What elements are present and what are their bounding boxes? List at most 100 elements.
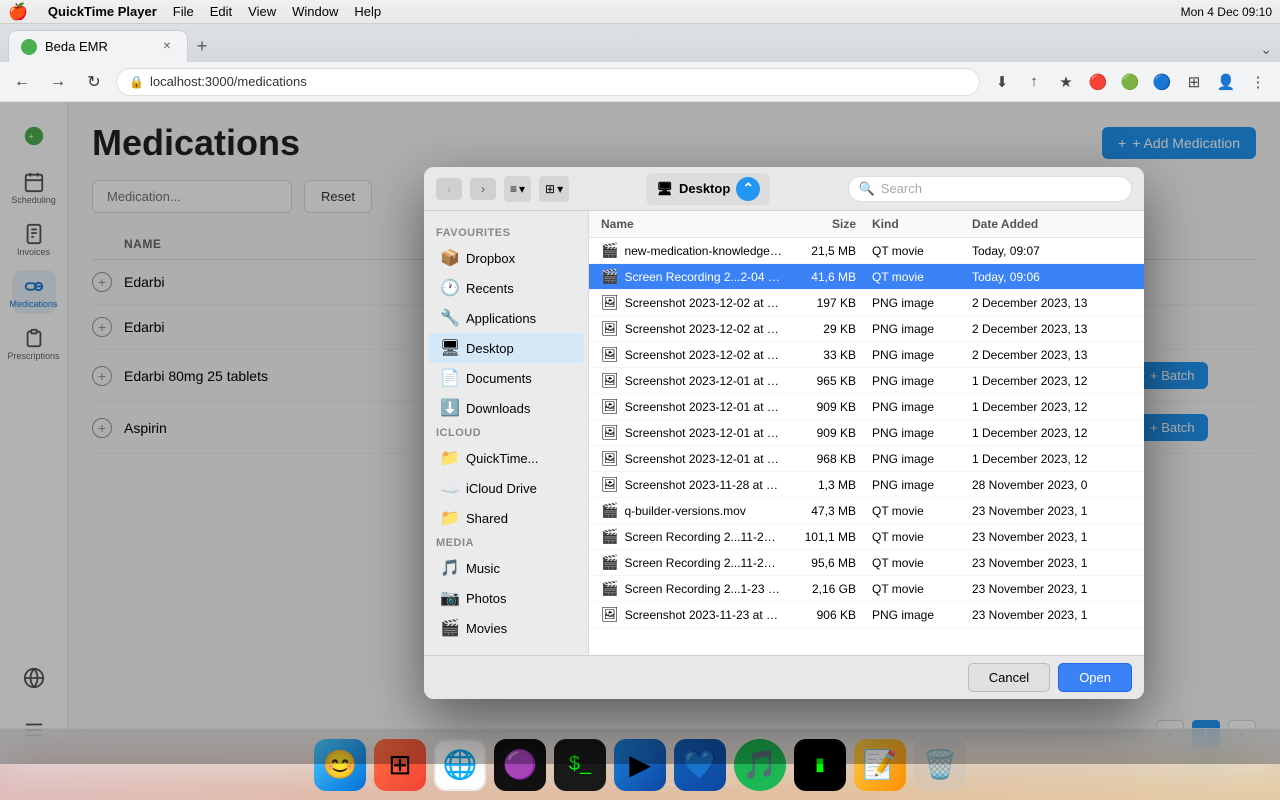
tab-expand-button[interactable]: ⌄ — [1260, 41, 1272, 58]
fp-sidebar-item-movies[interactable]: 🎬 Movies — [428, 613, 584, 643]
fp-file-kind: QT movie — [872, 270, 972, 284]
active-tab[interactable]: Beda EMR ✕ — [8, 30, 188, 62]
fp-file-kind: PNG image — [872, 426, 972, 440]
tab-close-button[interactable]: ✕ — [159, 39, 175, 55]
forward-button[interactable]: → — [44, 68, 72, 96]
fp-list-icon: ≡ — [510, 182, 517, 196]
fp-file-kind: PNG image — [872, 478, 972, 492]
fp-file-name: Screenshot 2023-12-01 at 12.24.26 — [625, 452, 782, 466]
fp-sidebar-item-photos[interactable]: 📷 Photos — [428, 583, 584, 613]
fp-photos-label: Photos — [466, 591, 506, 606]
fp-sidebar-item-shared[interactable]: 📁 Shared — [428, 503, 584, 533]
fp-file-row[interactable]: 🎬 new-medication-knowledge.mov 21,5 MB Q… — [589, 238, 1144, 264]
desktop-icon: 🖥 — [440, 338, 458, 358]
fp-back-button[interactable]: ‹ — [436, 178, 462, 200]
fp-file-date: Today, 09:07 — [972, 244, 1132, 258]
fp-favourites-title: Favourites — [424, 223, 588, 243]
fp-file-size: 965 KB — [782, 374, 872, 388]
share-icon[interactable]: ↑ — [1020, 68, 1048, 96]
fp-sidebar-item-desktop[interactable]: 🖥 Desktop — [428, 333, 584, 363]
documents-icon: 📄 — [440, 368, 458, 388]
file-icon: 🎬 — [601, 580, 618, 597]
fp-file-row[interactable]: 🎬 Screen Recording 2...2-04 at 09.05.23.… — [589, 264, 1144, 290]
fp-file-row[interactable]: 🖼 Screenshot 2023-12-01 at 12.25.19 965 … — [589, 368, 1144, 394]
new-tab-button[interactable]: + — [188, 32, 216, 60]
fp-file-name: Screenshot 2023-12-02 at 13.18.11 — [625, 296, 782, 310]
icloud-drive-icon: ☁️ — [440, 478, 458, 498]
fp-file-kind: QT movie — [872, 504, 972, 518]
bookmark-icon[interactable]: ★ — [1052, 68, 1080, 96]
ext1-icon[interactable]: 🔴 — [1084, 68, 1112, 96]
fp-file-row[interactable]: 🎬 q-builder-versions.mov 47,3 MB QT movi… — [589, 498, 1144, 524]
fp-sidebar-item-quicktime[interactable]: 📁 QuickTime... — [428, 443, 584, 473]
fp-file-row[interactable]: 🖼 Screenshot 2023-12-02 at 13.07.21 33 K… — [589, 342, 1144, 368]
fp-sidebar-item-applications[interactable]: 🔧 Applications — [428, 303, 584, 333]
fp-location-chevron-icon[interactable]: ⌃ — [736, 177, 760, 201]
fp-file-name: Screenshot 2023-12-02 at 13.09.54 — [625, 322, 782, 336]
file-icon: 🖼 — [601, 346, 619, 363]
fp-file-row[interactable]: 🖼 Screenshot 2023-12-01 at 12.25.10 909 … — [589, 420, 1144, 446]
app-layout: + Scheduling Invoices Medications Prescr… — [0, 102, 1280, 764]
fp-file-kind: PNG image — [872, 348, 972, 362]
fp-file-row[interactable]: 🎬 Screen Recording 2...11-23 at 17.28.21… — [589, 550, 1144, 576]
profile-icon[interactable]: 👤 — [1212, 68, 1240, 96]
fp-desktop-label: Desktop — [466, 341, 514, 356]
fp-file-size: 21,5 MB — [782, 244, 872, 258]
fp-cancel-button[interactable]: Cancel — [968, 663, 1050, 692]
menu-edit[interactable]: Edit — [210, 4, 232, 19]
fp-file-row[interactable]: 🖼 Screenshot 2023-11-28 at 09.02.01 1,3 … — [589, 472, 1144, 498]
app-name[interactable]: QuickTime Player — [48, 4, 157, 19]
file-icon: 🖼 — [601, 372, 619, 389]
fp-file-name: Screen Recording 2...11-23 at 17.38.40.m… — [624, 530, 782, 544]
fp-file-row[interactable]: 🖼 Screenshot 2023-12-02 at 13.18.11 197 … — [589, 290, 1144, 316]
ext3-icon[interactable]: 🔵 — [1148, 68, 1176, 96]
menu-dots-icon[interactable]: ⋮ — [1244, 68, 1272, 96]
fp-sidebar-item-icloud-drive[interactable]: ☁️ iCloud Drive — [428, 473, 584, 503]
fp-grid-icon: ⊞ — [545, 182, 555, 196]
file-icon: 🎬 — [601, 242, 618, 259]
extensions-icon[interactable]: ⊞ — [1180, 68, 1208, 96]
fp-file-row[interactable]: 🖼 Screenshot 2023-12-01 at 12.24.26 968 … — [589, 446, 1144, 472]
fp-file-row[interactable]: 🖼 Screenshot 2023-12-01 at 12.25.15 909 … — [589, 394, 1144, 420]
reload-button[interactable]: ↻ — [80, 68, 108, 96]
fp-file-kind: QT movie — [872, 556, 972, 570]
address-input[interactable]: 🔒 localhost:3000/medications — [116, 68, 980, 96]
fp-location-breadcrumb[interactable]: 🖥 Desktop ⌃ — [646, 173, 770, 205]
fp-file-row[interactable]: 🖼 Screenshot 2023-11-23 at 16.10.13 906 … — [589, 602, 1144, 628]
fp-file-name: Screenshot 2023-12-02 at 13.07.21 — [625, 348, 782, 362]
fp-forward-button[interactable]: › — [470, 178, 496, 200]
fp-list-view-button[interactable]: ≡ ▾ — [504, 176, 531, 202]
url-text: localhost:3000/medications — [150, 74, 307, 89]
fp-file-row[interactable]: 🎬 Screen Recording 2...1-23 at 16.52.20.… — [589, 576, 1144, 602]
fp-sidebar-item-dropbox[interactable]: 📦 Dropbox — [428, 243, 584, 273]
fp-search-input[interactable]: 🔍 Search — [848, 176, 1132, 202]
fp-movies-label: Movies — [466, 621, 507, 636]
fp-sidebar-item-downloads[interactable]: ⬇️ Downloads — [428, 393, 584, 423]
file-icon: 🖼 — [601, 450, 619, 467]
download-icon[interactable]: ⬇ — [988, 68, 1016, 96]
menu-help[interactable]: Help — [354, 4, 381, 19]
fp-file-size: 197 KB — [782, 296, 872, 310]
menu-file[interactable]: File — [173, 4, 194, 19]
fp-file-size: 101,1 MB — [782, 530, 872, 544]
fp-file-row[interactable]: 🎬 Screen Recording 2...11-23 at 17.38.40… — [589, 524, 1144, 550]
back-button[interactable]: ← — [8, 68, 36, 96]
fp-shared-label: Shared — [466, 511, 508, 526]
fp-sidebar-item-documents[interactable]: 📄 Documents — [428, 363, 584, 393]
ext2-icon[interactable]: 🟢 — [1116, 68, 1144, 96]
fp-sidebar-item-music[interactable]: 🎵 Music — [428, 553, 584, 583]
tab-title: Beda EMR — [45, 39, 108, 54]
file-icon: 🎬 — [601, 268, 618, 285]
fp-open-button[interactable]: Open — [1058, 663, 1132, 692]
fp-file-name: Screen Recording 2...11-23 at 17.28.21.m… — [624, 556, 782, 570]
file-icon: 🖼 — [601, 398, 619, 415]
fp-sidebar-item-recents[interactable]: 🕐 Recents — [428, 273, 584, 303]
menu-view[interactable]: View — [248, 4, 276, 19]
fp-grid-view-button[interactable]: ⊞ ▾ — [539, 176, 569, 202]
fp-location-icon: 🖥 — [656, 181, 673, 197]
fp-sidebar: Favourites 📦 Dropbox 🕐 Recents 🔧 Applica… — [424, 211, 589, 655]
fp-file-date: 23 November 2023, 1 — [972, 608, 1132, 622]
menu-window[interactable]: Window — [292, 4, 338, 19]
apple-menu[interactable]: 🍎 — [8, 2, 28, 22]
fp-file-row[interactable]: 🖼 Screenshot 2023-12-02 at 13.09.54 29 K… — [589, 316, 1144, 342]
